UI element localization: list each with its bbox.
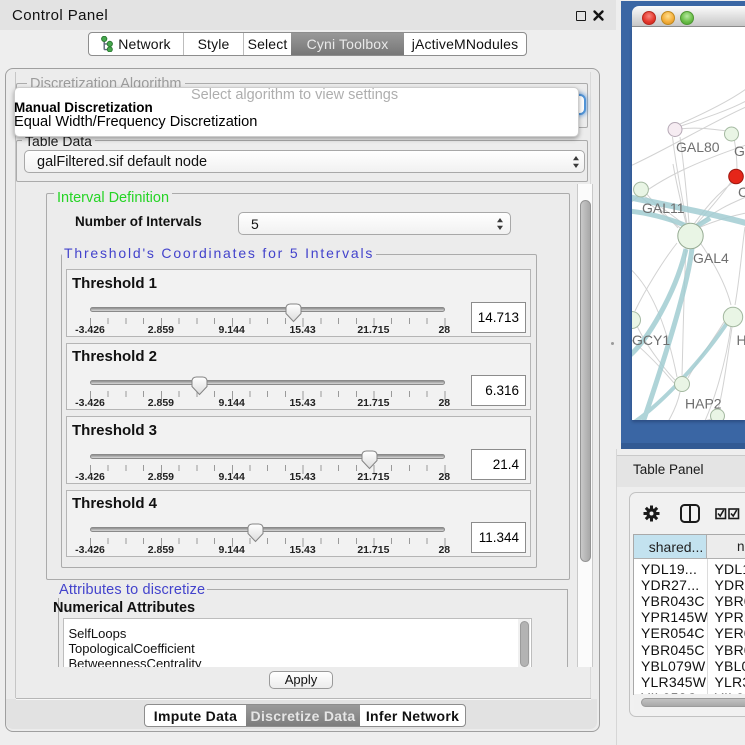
svg-text:GAL11: GAL11 xyxy=(642,200,685,216)
svg-text:HAP2: HAP2 xyxy=(685,396,722,412)
svg-text:C: C xyxy=(738,184,745,200)
svg-text:GCY1: GCY1 xyxy=(632,332,670,348)
svg-text:GAL80: GAL80 xyxy=(676,139,720,155)
svg-text:GAL4: GAL4 xyxy=(693,250,729,266)
svg-text:H: H xyxy=(737,332,745,348)
svg-text:GA: GA xyxy=(734,143,745,159)
